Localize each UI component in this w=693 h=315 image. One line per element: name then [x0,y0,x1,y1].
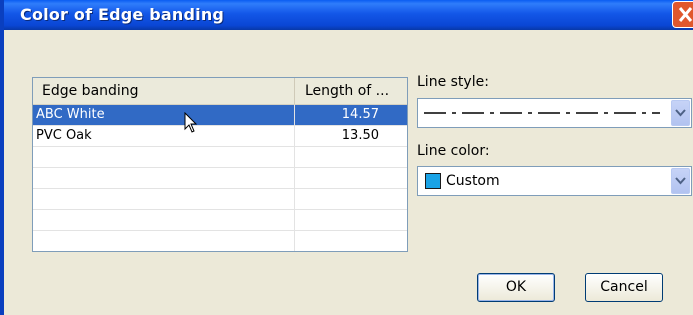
line-style-preview [424,112,660,114]
table-row[interactable]: PVC Oak 13.50 [33,126,407,147]
cell-edge-banding [33,168,295,188]
cancel-button[interactable]: Cancel [585,273,663,302]
table-row[interactable] [33,231,407,251]
table-row[interactable] [33,168,407,189]
title-bar[interactable]: Color of Edge banding [4,0,693,30]
cell-length [295,189,407,209]
mouse-pointer-icon [184,112,198,133]
table-header: Edge banding Length of ... [33,78,407,105]
cell-length [295,168,407,188]
color-swatch [425,173,441,189]
ok-button[interactable]: OK [477,273,555,302]
cell-edge-banding [33,189,295,209]
table-row[interactable]: ABC White 14.57 [33,105,407,126]
line-color-label: Line color: [417,143,490,159]
chevron-down-icon [675,109,686,117]
line-style-label: Line style: [417,74,489,90]
cell-length: 14.57 [295,105,407,125]
column-header-edge-banding[interactable]: Edge banding [33,78,295,104]
table-row[interactable] [33,210,407,231]
cell-edge-banding: ABC White [33,105,295,125]
cell-edge-banding [33,231,295,251]
chevron-down-icon [675,177,686,185]
line-style-dropdown[interactable] [417,98,692,128]
table-row[interactable] [33,147,407,168]
dialog-title: Color of Edge banding [20,5,225,24]
table-row[interactable] [33,189,407,210]
close-icon [678,7,693,22]
cell-edge-banding [33,147,295,167]
line-color-dropdown[interactable]: Custom [417,166,692,196]
column-header-length[interactable]: Length of ... [295,78,407,104]
cell-length [295,231,407,251]
cell-edge-banding: PVC Oak [33,126,295,146]
cell-edge-banding [33,210,295,230]
cell-length: 13.50 [341,128,379,143]
line-color-dropdown-button[interactable] [671,168,690,194]
close-button[interactable] [672,1,693,28]
line-style-dropdown-button[interactable] [671,100,690,126]
cell-length [295,147,407,167]
cell-length [295,210,407,230]
dialog-window: Color of Edge banding Edge banding Lengt… [0,0,693,315]
line-color-value: Custom [446,173,500,189]
edge-banding-table[interactable]: Edge banding Length of ... ABC White 14.5… [32,77,408,252]
